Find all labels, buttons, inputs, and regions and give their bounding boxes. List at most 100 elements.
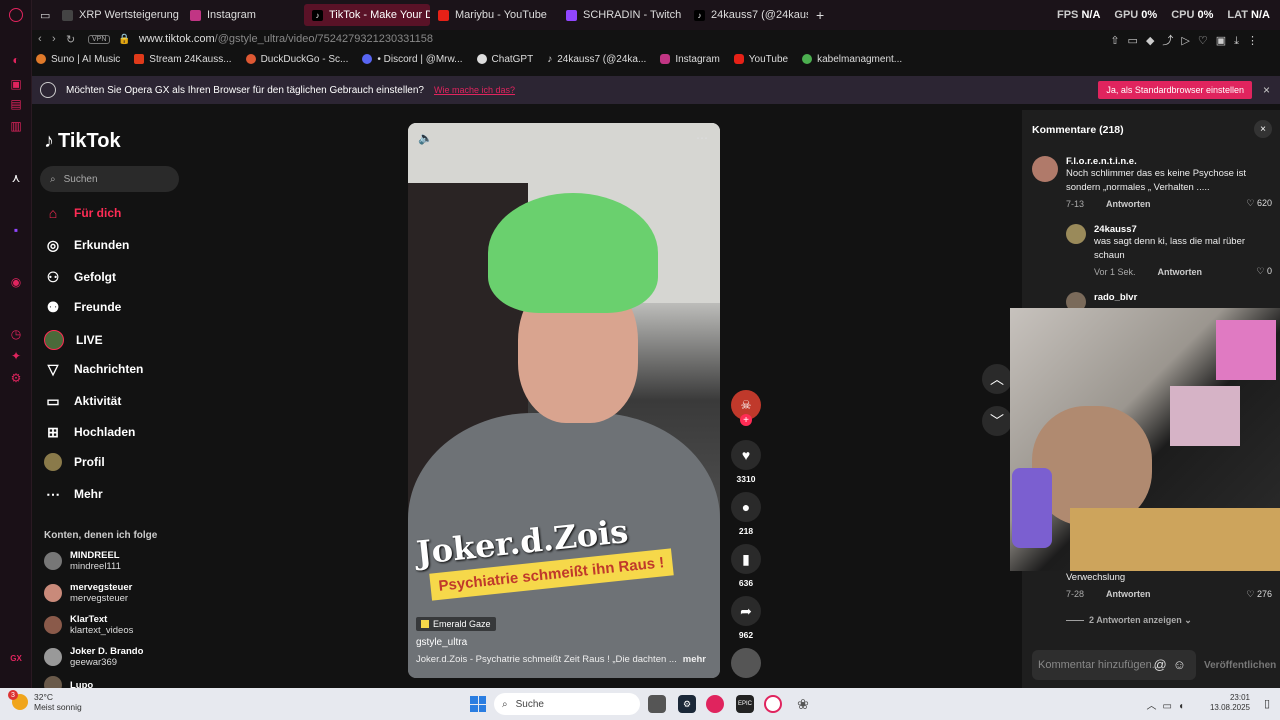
comment-likes[interactable]: ♡ 0	[1256, 266, 1272, 277]
follow-plus-icon[interactable]: +	[740, 414, 752, 426]
weather-widget[interactable]: 3 32°C Meist sonnig	[8, 690, 82, 712]
taskbar-search[interactable]: ⌕ Suche	[494, 693, 640, 715]
followed-account[interactable]: Joker D. Brando geewar369	[44, 646, 143, 668]
comment-count: 218	[738, 526, 754, 536]
nav-activity[interactable]: ▭ Aktivität	[44, 392, 121, 410]
mention-emoji-icons[interactable]: @☺	[1154, 657, 1192, 672]
forward-icon[interactable]: ›	[52, 33, 66, 45]
heart-outline-icon: ♡	[1256, 265, 1265, 276]
infobar-close-icon[interactable]: ×	[1263, 83, 1270, 97]
opera-gx-active-icon[interactable]	[764, 695, 782, 713]
url-field[interactable]: www.tiktok.com/@gstyle_ultra/video/75242…	[139, 33, 433, 45]
comment-input[interactable]: Kommentar hinzufügen... @☺	[1032, 650, 1196, 680]
mute-icon[interactable]: 🔈	[418, 131, 433, 145]
infobar-help-link[interactable]: Wie mache ich das?	[434, 85, 515, 95]
gx-twitch-icon[interactable]: ▣	[8, 76, 24, 92]
new-tab-button[interactable]: +	[808, 4, 830, 26]
show-replies-button[interactable]: —— 2 Antworten anzeigen ⌄	[1066, 615, 1272, 626]
music-disc[interactable]	[730, 648, 762, 678]
video-username[interactable]: gstyle_ultra	[416, 637, 467, 648]
tiktok-logo[interactable]: ♪ TikTok	[44, 130, 121, 153]
reply-button[interactable]: Antworten	[1106, 589, 1151, 599]
bookmark-24kauss7[interactable]: ♪ 24kauss7 (@24ka...	[547, 54, 646, 65]
followed-account[interactable]: KlarText klartext_videos	[44, 614, 133, 636]
nav-upload[interactable]: ⊞ Hochladen	[44, 423, 135, 441]
file-explorer-icon[interactable]	[648, 695, 666, 713]
bookmark-stream[interactable]: Stream 24Kauss...	[134, 54, 232, 65]
nav-profile[interactable]: Profil	[44, 453, 105, 471]
avatar[interactable]	[1032, 156, 1058, 182]
reply-button[interactable]: Antworten	[1158, 267, 1203, 277]
opera-gx-logo-icon[interactable]	[9, 8, 23, 22]
share-button[interactable]: ➦ 962	[730, 596, 762, 640]
gx-aria-icon[interactable]: ⋏	[8, 170, 24, 186]
gx-control-icon[interactable]: ◐	[8, 52, 24, 68]
steam-icon[interactable]: ⚙	[678, 695, 696, 713]
nav-friends[interactable]: ⚉ Freunde	[44, 298, 122, 316]
reload-icon[interactable]: ↻	[66, 33, 84, 46]
creator-avatar[interactable]: ☠ +	[730, 390, 762, 426]
gx-twitch-side-icon[interactable]: ▪	[8, 222, 24, 238]
tab-24kauss7[interactable]: ♪ 24kauss7 (@24kauss7)	[686, 4, 808, 26]
system-tray[interactable]: ︿▭◖	[1147, 697, 1191, 712]
opera-gx-taskbar-icon[interactable]	[706, 695, 724, 713]
gx-tiktok-icon[interactable]: ▥	[8, 118, 24, 134]
nav-more[interactable]: ⋯ Mehr	[44, 485, 103, 503]
gx-settings-icon[interactable]: ⚙	[8, 370, 24, 386]
followed-account[interactable]: mervegsteuer mervegsteuer	[44, 582, 132, 604]
bookmark-youtube[interactable]: YouTube	[733, 54, 788, 65]
back-icon[interactable]: ‹	[38, 33, 52, 45]
followed-account[interactable]: MINDREEL mindreel111	[44, 550, 121, 572]
bookmark-suno[interactable]: Suno | AI Music	[36, 54, 120, 65]
comment-user[interactable]: F.l.o.r.e.n.t.i.n.e.	[1066, 156, 1272, 167]
vpn-badge[interactable]: VPN	[88, 34, 111, 44]
notification-icon[interactable]: ▯	[1264, 697, 1270, 710]
nav-following[interactable]: ⚇ Gefolgt	[44, 268, 116, 286]
workspace-icon[interactable]: ▭	[32, 4, 54, 26]
tab-youtube[interactable]: Mariybu - YouTube	[430, 4, 558, 26]
tab-instagram[interactable]: Instagram	[182, 4, 304, 26]
gx-player-icon[interactable]: ◉	[8, 274, 24, 290]
gx-history-icon[interactable]: ◷	[8, 326, 24, 342]
tab-label: Mariybu - YouTube	[455, 9, 547, 21]
tab-twitch[interactable]: SCHRADIN - Twitch	[558, 4, 686, 26]
nav-label: Mehr	[74, 487, 103, 501]
search-input[interactable]: ⌕ Suchen	[40, 166, 179, 192]
windows-start-icon[interactable]	[470, 696, 486, 712]
nav-for-you[interactable]: ⌂ Für dich	[44, 204, 122, 222]
reply-button[interactable]: Antworten	[1106, 199, 1151, 209]
bookmark-chatgpt[interactable]: ChatGPT	[476, 54, 533, 65]
comment-button[interactable]: ● 218	[730, 492, 762, 536]
comment-meta: Vor 1 Sek. Antworten	[1094, 267, 1272, 277]
bookmark-instagram[interactable]: Instagram	[660, 54, 720, 65]
sound-badge[interactable]: Emerald Gaze	[416, 617, 496, 631]
publish-button[interactable]: Veröffentlichen	[1204, 660, 1276, 671]
tab-tiktok[interactable]: ♪ TikTok - Make Your Day	[304, 4, 430, 26]
comment-user[interactable]: 24kauss7	[1094, 224, 1272, 235]
save-button[interactable]: ▮ 636	[730, 544, 762, 588]
tab-xrp[interactable]: XRP Wertsteigerung Spe	[54, 4, 182, 26]
set-default-button[interactable]: Ja, als Standardbrowser einstellen	[1098, 81, 1252, 99]
gx-mail-icon[interactable]: ▤	[8, 96, 24, 112]
comments-close-icon[interactable]: ×	[1254, 120, 1272, 138]
like-button[interactable]: ♥ 3310	[730, 440, 762, 484]
bookmark-kabel[interactable]: kabelmanagment...	[802, 54, 902, 65]
nav-messages[interactable]: ▽ Nachrichten	[44, 360, 144, 378]
app-icon[interactable]: ❀	[794, 695, 812, 713]
nav-explore[interactable]: ◎ Erkunden	[44, 236, 129, 254]
nav-live[interactable]: LIVE	[44, 330, 103, 350]
more-link[interactable]: mehr	[683, 654, 706, 665]
next-video-button[interactable]: ﹀	[982, 406, 1012, 436]
prev-video-button[interactable]: ︿	[982, 364, 1012, 394]
bookmark-duckduckgo[interactable]: DuckDuckGo - Sc...	[245, 54, 348, 65]
comment-likes[interactable]: ♡ 620	[1246, 198, 1272, 209]
epic-games-icon[interactable]: EPIC	[736, 695, 754, 713]
gx-extensions-icon[interactable]: ✦	[8, 348, 24, 364]
avatar[interactable]	[1066, 224, 1086, 244]
clock[interactable]: 23:01 13.08.2025	[1210, 693, 1250, 714]
toolbar-icons[interactable]: ⇧▭◆⤴▷♡▣⤓⋮	[1110, 32, 1266, 48]
bookmark-discord[interactable]: • Discord | @Mrw...	[362, 54, 463, 65]
video-menu-icon[interactable]: ⋯	[696, 131, 708, 145]
comment-likes[interactable]: ♡ 276	[1246, 589, 1272, 600]
video-player[interactable]: 🔈 ⋯ Joker.d.Zois Psychiatrie schmeißt ih…	[408, 123, 720, 678]
